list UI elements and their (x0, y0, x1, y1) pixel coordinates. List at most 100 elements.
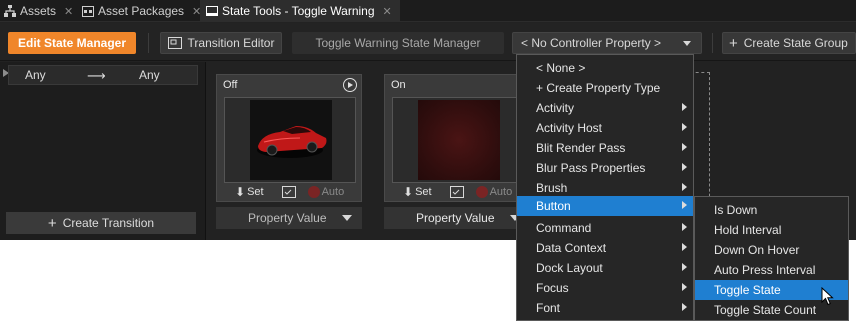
menu-item-command[interactable]: Command (517, 218, 693, 238)
plus-icon: + (729, 34, 738, 52)
transition-editor-button[interactable]: Transition Editor (160, 32, 282, 54)
tab-assets[interactable]: Assets ✕ (4, 0, 73, 22)
menu-item-label: Data Context (536, 241, 607, 255)
tab-bar: Assets ✕ Asset Packages ✕ State Tools - … (0, 0, 856, 22)
state-actions: ⬇ Set Auto (235, 183, 355, 201)
state-thumbnail (392, 97, 524, 183)
submenu-arrow-icon (682, 303, 687, 311)
property-value-dropdown-off[interactable]: Property Value (216, 207, 362, 229)
submenu-item-is-down[interactable]: Is Down (695, 200, 848, 220)
menu-item-label: Focus (536, 281, 569, 295)
menu-item-button[interactable]: Button (517, 196, 693, 216)
menu-item-none[interactable]: < None > (517, 58, 693, 78)
menu-item-label: Dock Layout (536, 261, 603, 275)
checklist-icon[interactable] (281, 186, 296, 198)
toolbar-divider (712, 33, 713, 53)
transition-editor-icon (167, 37, 182, 49)
menu-item-label: < None > (536, 61, 586, 75)
menu-item-label: Down On Hover (714, 243, 800, 257)
dropdown-value: < No Controller Property > (521, 36, 662, 50)
sitemap-icon (4, 5, 16, 17)
menu-item-label: Font (536, 301, 561, 315)
submenu-arrow-icon (682, 243, 687, 251)
menu-item-label: Toggle State Count (714, 303, 817, 317)
menu-item-label: Auto Press Interval (714, 263, 816, 277)
record-icon[interactable] (307, 186, 320, 198)
submenu-item-auto-press-interval[interactable]: Auto Press Interval (695, 260, 848, 280)
menu-item-brush[interactable]: Brush (517, 178, 693, 198)
play-icon[interactable] (343, 78, 357, 92)
window-icon (206, 5, 218, 17)
warning-preview-image (418, 100, 500, 180)
state-card-on[interactable]: On ⬇ Set Auto (384, 74, 530, 202)
menu-item-blit-render-pass[interactable]: Blit Render Pass (517, 138, 693, 158)
set-button[interactable]: Set (247, 186, 264, 198)
menu-item-label: Button (536, 199, 571, 213)
menu-item-label: Toggle State (714, 283, 781, 297)
create-transition-button[interactable]: + Create Transition (6, 212, 196, 234)
menu-item-font[interactable]: Font (517, 298, 693, 318)
submenu-arrow-icon (682, 103, 687, 111)
mouse-cursor-icon (821, 286, 835, 307)
submenu-item-hold-interval[interactable]: Hold Interval (695, 220, 848, 240)
record-icon[interactable] (475, 186, 488, 198)
edit-state-manager-button[interactable]: Edit State Manager (8, 32, 136, 54)
arrow-down-icon[interactable]: ⬇ (403, 185, 413, 199)
arrow-down-icon[interactable]: ⬇ (235, 185, 245, 199)
set-button[interactable]: Set (415, 186, 432, 198)
transition-to: Any (139, 68, 160, 82)
menu-item-activity-host[interactable]: Activity Host (517, 118, 693, 138)
controller-property-menu: < None > + Create Property Type Activity… (516, 54, 694, 321)
create-state-group-button[interactable]: + Create State Group (722, 32, 856, 54)
chevron-down-icon (342, 215, 352, 221)
transition-row[interactable]: Any ⟶ Any (8, 65, 198, 85)
menu-item-data-context[interactable]: Data Context (517, 238, 693, 258)
close-icon[interactable]: ✕ (383, 5, 392, 18)
submenu-arrow-icon (682, 183, 687, 191)
state-thumbnail (224, 97, 356, 183)
toolbar-divider (148, 33, 149, 53)
auto-label: Auto (489, 186, 513, 198)
state-name: On (391, 79, 406, 91)
dropdown-value: Property Value (416, 211, 495, 225)
button-label: Transition Editor (187, 36, 275, 50)
state-card-off[interactable]: Off ⬇ Set Auto (216, 74, 362, 202)
button-label: Create State Group (743, 36, 848, 50)
checklist-icon[interactable] (449, 186, 464, 198)
controller-property-dropdown[interactable]: < No Controller Property > (512, 32, 702, 54)
toolbar: Edit State Manager Transition Editor Tog… (0, 23, 856, 61)
button-label: Edit State Manager (17, 36, 127, 50)
tab-asset-packages[interactable]: Asset Packages ✕ (82, 0, 201, 22)
state-actions: ⬇ Set Auto (403, 183, 523, 201)
car-preview-image (250, 100, 332, 180)
tab-state-tools[interactable]: State Tools - Toggle Warning ✕ (200, 0, 400, 22)
menu-item-label: Activity (536, 101, 575, 115)
submenu-arrow-icon (682, 163, 687, 171)
menu-item-dock-layout[interactable]: Dock Layout (517, 258, 693, 278)
transitions-panel: Any ⟶ Any + Create Transition (0, 62, 206, 240)
menu-item-blur-pass-properties[interactable]: Blur Pass Properties (517, 158, 693, 178)
tab-label: State Tools - Toggle Warning (222, 4, 375, 18)
menu-item-label: + Create Property Type (536, 81, 661, 95)
property-value-dropdown-on[interactable]: Property Value (384, 207, 530, 229)
close-icon[interactable]: ✕ (64, 5, 73, 18)
menu-item-activity[interactable]: Activity (517, 98, 693, 118)
auto-label: Auto (321, 186, 345, 198)
plus-icon: + (47, 214, 57, 232)
menu-item-focus[interactable]: Focus (517, 278, 693, 298)
submenu-arrow-icon (682, 263, 687, 271)
menu-item-label: Command (536, 221, 592, 235)
tab-label: Asset Packages (98, 4, 185, 18)
state-name: Off (223, 79, 238, 91)
submenu-item-down-on-hover[interactable]: Down On Hover (695, 240, 848, 260)
package-icon (82, 5, 94, 17)
button-label: Create Transition (62, 216, 155, 230)
submenu-arrow-icon (682, 223, 687, 231)
menu-item-label: Activity Host (536, 121, 603, 135)
arrow-right-icon: ⟶ (87, 68, 106, 83)
submenu-arrow-icon (682, 283, 687, 291)
state-manager-name: Toggle Warning State Manager (292, 32, 504, 54)
transition-from: Any (25, 68, 46, 82)
menu-item-create-property-type[interactable]: + Create Property Type (517, 78, 693, 98)
menu-item-label: Brush (536, 181, 568, 195)
